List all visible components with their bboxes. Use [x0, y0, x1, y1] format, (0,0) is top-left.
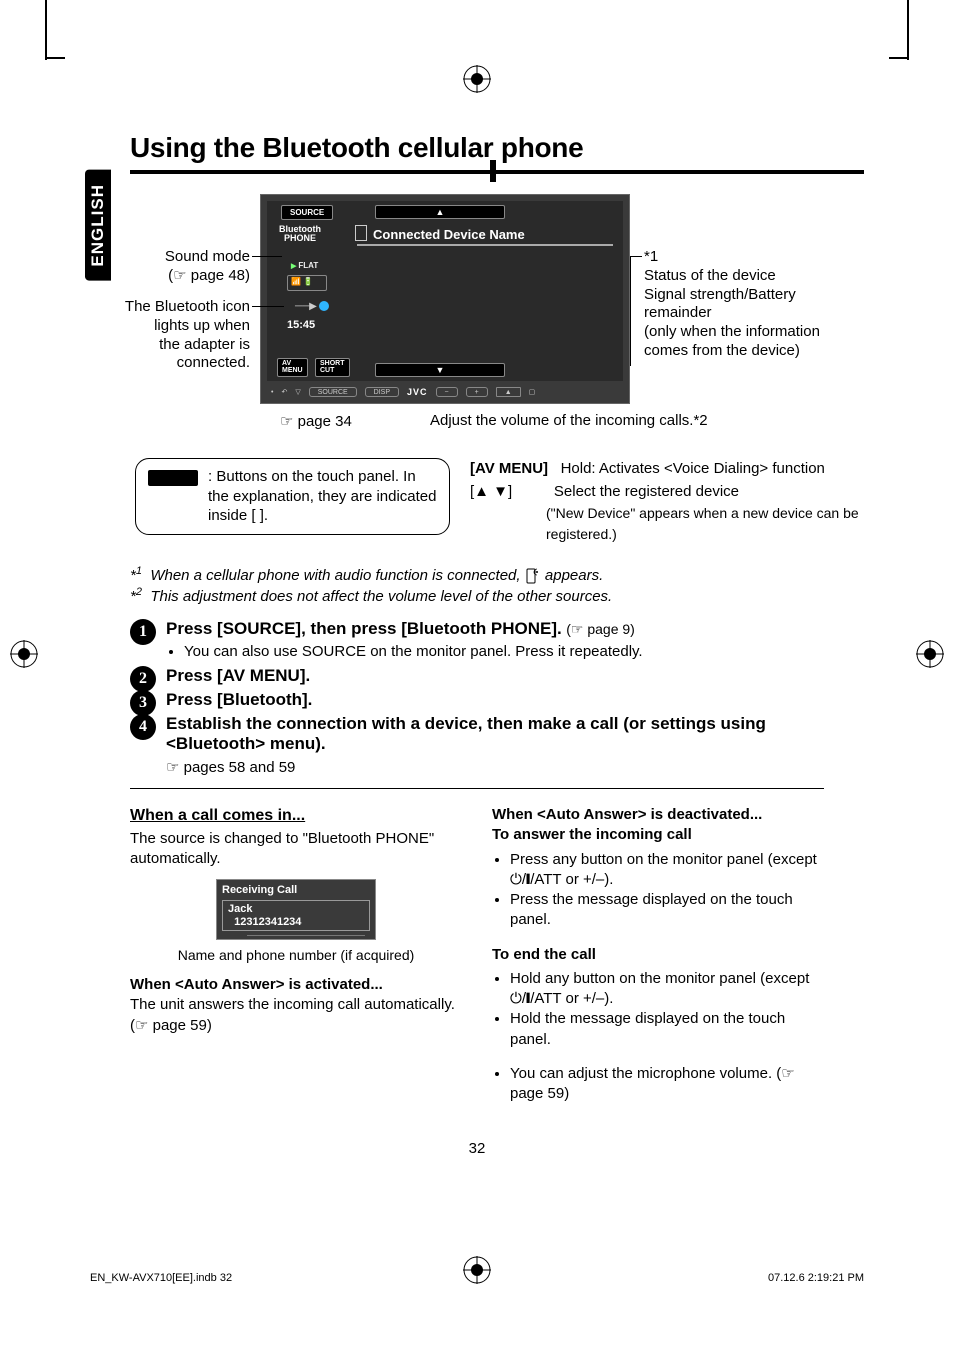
legend-touch-panel-buttons: : Buttons on the touch panel. In the exp…: [135, 458, 450, 535]
step-bullet: You can also use SOURCE on the monitor p…: [184, 643, 864, 660]
jvc-logo: JVC: [407, 387, 428, 397]
callout-device-status: *1 Status of the device Signal strength/…: [644, 248, 854, 361]
step-number: 2: [130, 666, 156, 692]
step-3: 3 Press [Bluetooth].: [130, 690, 864, 710]
step-title: Press [AV MENU].: [166, 666, 310, 685]
receiving-call-display: Receiving Call Jack 12312341234: [216, 879, 376, 940]
step-2: 2 Press [AV MENU].: [130, 666, 864, 686]
list-item: Hold any button on the monitor panel (ex…: [510, 969, 824, 1010]
subsection-heading: When a call comes in...: [130, 805, 462, 827]
page-number: 32: [90, 1140, 864, 1157]
short-cut-button[interactable]: SHORTCUT: [315, 358, 350, 377]
footnote-2: *2 This adjustment does not affect the v…: [130, 586, 864, 605]
caption: Name and phone number (if acquired): [130, 946, 462, 965]
footnote-1: *1 When a cellular phone with audio func…: [130, 565, 864, 584]
registration-mark-icon: [916, 640, 944, 668]
power-icon[interactable]: ▢: [529, 388, 536, 396]
callout-bluetooth-icon: The Bluetooth icon lights up when the ad…: [110, 298, 250, 373]
bluetooth-icon: [319, 301, 329, 311]
step-number: 1: [130, 619, 156, 645]
print-footer: EN_KW-AVX710[EE].indb 32 07.12.6 2:19:21…: [90, 1272, 864, 1284]
divider: [130, 788, 824, 789]
list-item: Press any button on the monitor panel (e…: [510, 850, 824, 891]
source-button[interactable]: SOURCE: [281, 205, 333, 220]
down-button[interactable]: ▼: [375, 363, 505, 377]
device-screen: SOURCE ▲ BluetoothPHONE Connected Device…: [260, 194, 630, 404]
reset-icon: •: [271, 389, 273, 396]
power-att-icon: ⏻/❙: [510, 871, 530, 888]
touch-panel-area: SOURCE ▲ BluetoothPHONE Connected Device…: [267, 201, 623, 381]
legend-key-functions: [AV MENU] Hold: Activates <Voice Dialing…: [470, 458, 864, 545]
callout-page34: ☞ page 34: [280, 412, 352, 430]
footer-filename: EN_KW-AVX710[EE].indb 32: [90, 1272, 232, 1284]
title-rule: [130, 170, 864, 176]
connected-device-name: Connected Device Name: [357, 227, 613, 246]
source-label: BluetoothPHONE: [279, 225, 321, 244]
footer-timestamp: 07.12.6 2:19:21 PM: [768, 1272, 864, 1284]
column-incoming-call: When a call comes in... The source is ch…: [130, 805, 462, 1108]
vol-down-button[interactable]: −: [436, 387, 458, 397]
condition-heading: When <Auto Answer> is deactivated...: [492, 805, 824, 825]
list-item: Hold the message displayed on the touch …: [510, 1009, 824, 1050]
list-item: You can adjust the microphone volume. (☞…: [510, 1064, 824, 1105]
monitor-panel-strip: • ↶ ▽ SOURCE DISP JVC − + ▲ ▢: [267, 383, 623, 401]
sound-mode-indicator: FLAT: [291, 261, 318, 270]
clock-display: 15:45: [287, 319, 315, 331]
step-4: 4 Establish the connection with a device…: [130, 714, 864, 776]
open-button[interactable]: ▲: [496, 387, 521, 397]
legend-swatch: [148, 470, 198, 486]
vol-up-button[interactable]: +: [466, 387, 488, 397]
ui-diagram: SOURCE ▲ BluetoothPHONE Connected Device…: [130, 194, 864, 454]
language-tab: ENGLISH: [85, 170, 111, 281]
step-number: 3: [130, 690, 156, 716]
source-panel-button[interactable]: SOURCE: [309, 387, 357, 397]
registration-mark-icon: [463, 65, 491, 93]
callout-volume-adjust: Adjust the volume of the incoming calls.…: [430, 412, 708, 429]
step-title: Establish the connection with a device, …: [166, 714, 766, 753]
step-subref: ☞ pages 58 and 59: [166, 758, 864, 776]
step-title: Press [Bluetooth].: [166, 690, 312, 709]
registration-mark-icon: [10, 640, 38, 668]
list-item: Press the message displayed on the touch…: [510, 890, 824, 931]
audio-phone-icon: [525, 568, 541, 584]
power-att-icon: ⏻/❙: [510, 990, 530, 1007]
action-heading: To answer the incoming call: [492, 825, 824, 845]
condition-heading: When <Auto Answer> is activated...: [130, 975, 462, 995]
step-title: Press [SOURCE], then press [Bluetooth PH…: [166, 619, 562, 638]
av-menu-button[interactable]: AVMENU: [277, 358, 308, 377]
up-button[interactable]: ▲: [375, 205, 505, 219]
step-number: 4: [130, 714, 156, 740]
arrow-icon: ──▶: [295, 301, 317, 312]
disp-button[interactable]: DISP: [365, 387, 399, 397]
signal-battery-indicator: [287, 275, 327, 291]
callout-sound-mode: Sound mode (☞ page 48): [120, 248, 250, 286]
column-answer-end: When <Auto Answer> is deactivated... To …: [492, 805, 824, 1108]
step-1: 1 Press [SOURCE], then press [Bluetooth …: [130, 619, 864, 660]
action-heading: To end the call: [492, 945, 824, 965]
att-icon: ▽: [295, 388, 300, 396]
back-icon: ↶: [281, 388, 287, 396]
page-title: Using the Bluetooth cellular phone: [130, 132, 864, 164]
